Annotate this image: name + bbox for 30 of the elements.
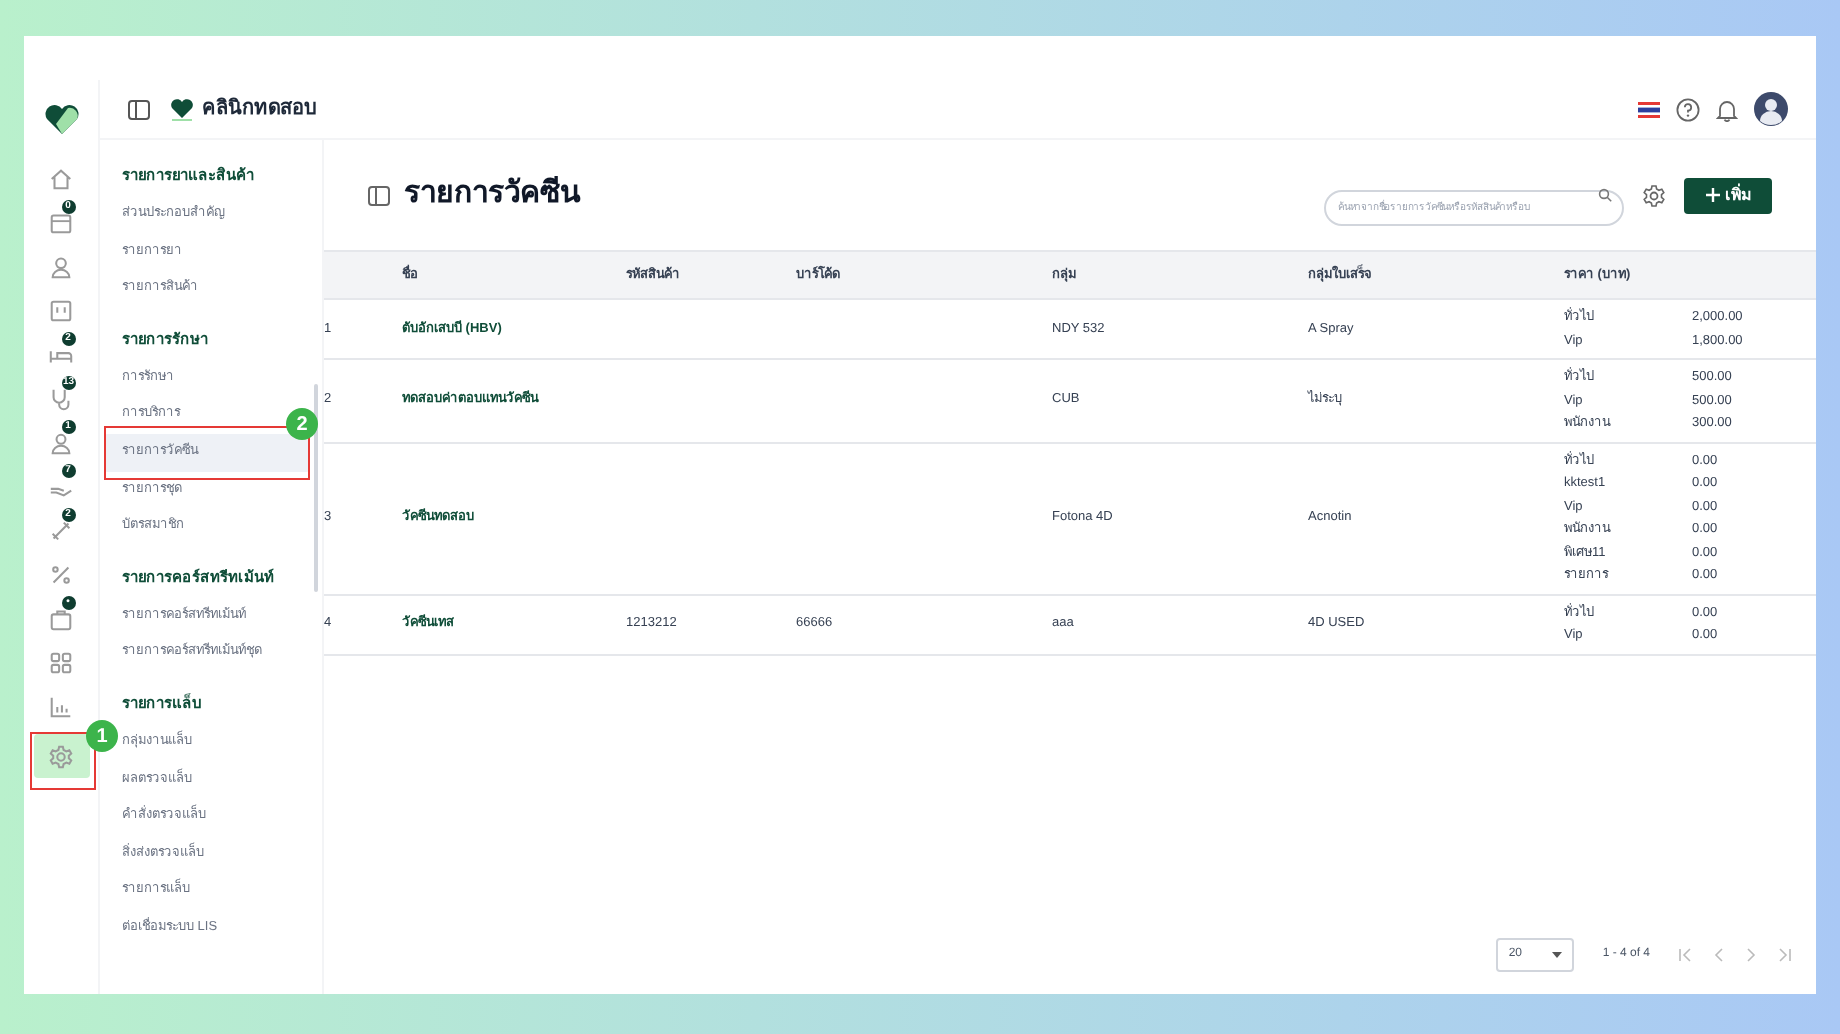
heart-logo-icon — [43, 104, 79, 136]
bar-chart-icon[interactable] — [48, 694, 74, 720]
step-number: 1 — [86, 720, 118, 752]
grid-icon[interactable] — [48, 650, 74, 676]
page-title: รายการวัคซีน — [404, 174, 580, 215]
settings-icon[interactable] — [1642, 183, 1666, 207]
panel-icon — [368, 185, 390, 205]
selected-nav-item[interactable] — [33, 734, 89, 778]
home-icon[interactable] — [48, 166, 74, 192]
caret-icon — [1552, 951, 1563, 957]
avatar-icon[interactable] — [1754, 92, 1788, 126]
bag-icon[interactable] — [48, 606, 74, 632]
sidebar-toggle-icon[interactable] — [128, 99, 150, 119]
id-card-icon[interactable] — [48, 298, 74, 324]
bell-icon[interactable] — [1716, 97, 1738, 121]
search-icon — [1598, 188, 1612, 202]
doctor-icon[interactable] — [48, 430, 74, 456]
user-icon[interactable] — [48, 254, 74, 280]
thai-flag-icon[interactable] — [1638, 101, 1660, 117]
clinic-logo-icon — [170, 97, 194, 121]
stethoscope-icon[interactable] — [48, 386, 74, 412]
step-number: 2 — [286, 408, 318, 440]
clinic-name: คลินิกทดสอบ — [202, 95, 316, 124]
plus-icon — [1705, 188, 1719, 202]
percent-icon[interactable] — [48, 562, 74, 588]
add-button[interactable]: เพิ่ม — [1684, 177, 1772, 213]
scrollbar[interactable] — [314, 384, 318, 592]
pill-icon[interactable] — [48, 518, 74, 544]
calendar-icon[interactable] — [48, 210, 74, 236]
help-icon[interactable] — [1676, 97, 1700, 121]
